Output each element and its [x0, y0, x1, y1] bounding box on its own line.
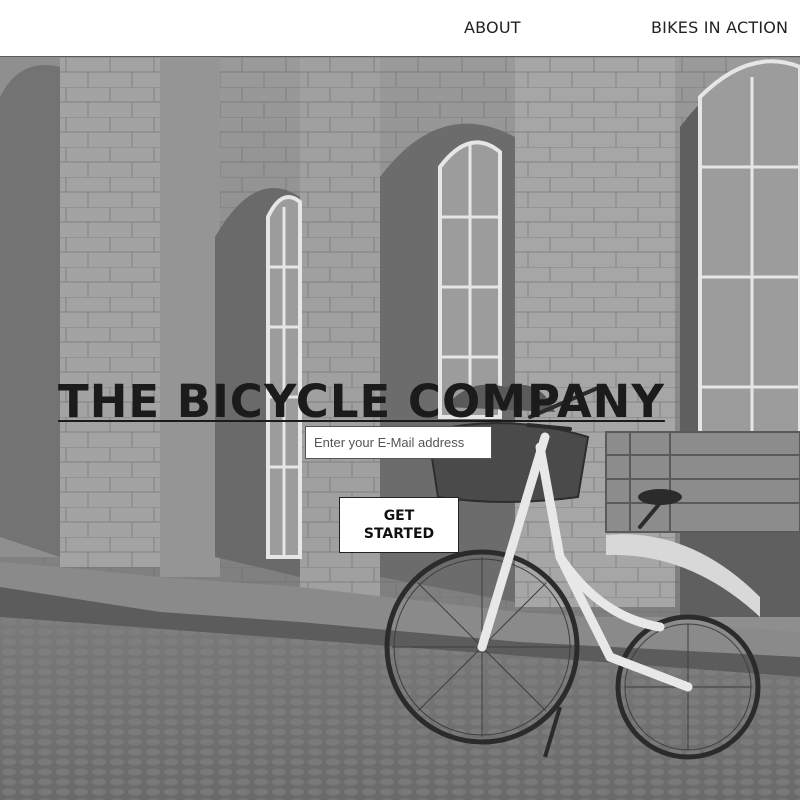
nav-link-about[interactable]: ABOUT — [464, 18, 521, 37]
email-input[interactable] — [305, 426, 492, 459]
nav-link-bikes-in-action[interactable]: BIKES IN ACTION — [651, 18, 788, 37]
hero-title: THE BICYCLE COMPANY — [58, 375, 665, 428]
top-nav: ABOUT BIKES IN ACTION — [0, 0, 800, 57]
get-started-button[interactable]: GET STARTED — [339, 497, 459, 553]
